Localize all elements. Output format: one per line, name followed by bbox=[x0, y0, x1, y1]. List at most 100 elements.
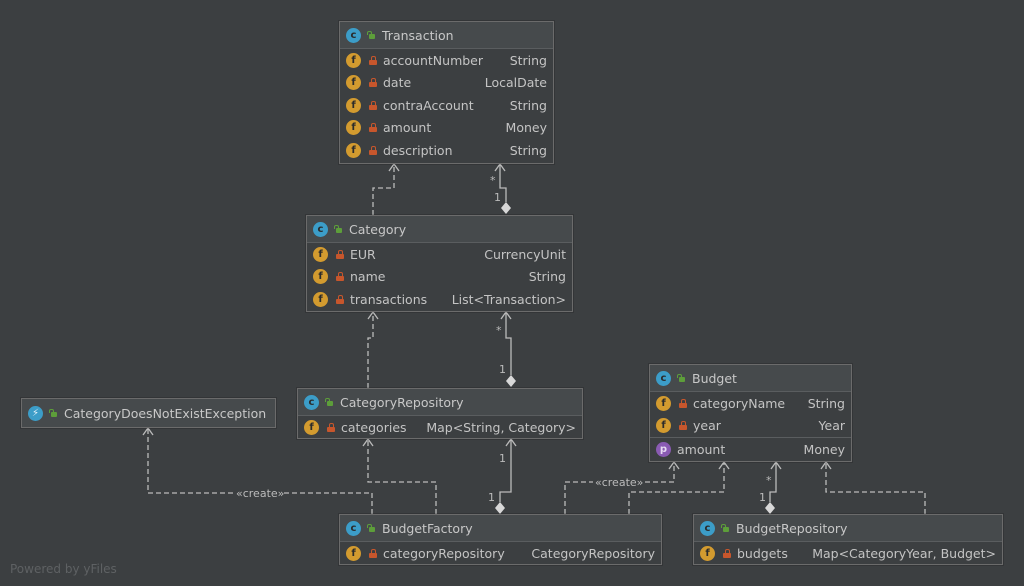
private-icon bbox=[369, 55, 377, 65]
class-header: c Budget bbox=[650, 365, 851, 392]
field-row: f categories Map<String, Category> bbox=[298, 416, 582, 439]
composition-diamond bbox=[495, 502, 505, 514]
field-name: budgets bbox=[737, 545, 788, 561]
multiplicity-label: * bbox=[766, 474, 772, 487]
public-icon bbox=[721, 524, 730, 532]
field-type: String bbox=[528, 269, 566, 285]
class-header: c Category bbox=[307, 216, 572, 243]
field-row: f accountNumber String bbox=[340, 49, 553, 72]
field-name: contraAccount bbox=[383, 97, 474, 113]
edge-categoryrepo-category-dependency bbox=[367, 313, 374, 388]
public-icon bbox=[367, 31, 376, 39]
field-name: transactions bbox=[350, 291, 428, 307]
powered-by-footer: Powered by yFiles bbox=[10, 562, 117, 576]
field-name: name bbox=[350, 269, 386, 285]
private-icon bbox=[336, 294, 344, 304]
class-name: BudgetFactory bbox=[382, 520, 473, 536]
public-icon bbox=[367, 524, 376, 532]
field-row: f budgets Map<CategoryYear, Budget> bbox=[694, 542, 1002, 565]
field-row: f EUR CurrencyUnit bbox=[307, 243, 572, 266]
class-header: c Transaction bbox=[340, 22, 553, 49]
field-type: String bbox=[509, 97, 547, 113]
multiplicity-label: * bbox=[490, 174, 496, 187]
edge-categoryrepo-category-composition bbox=[505, 313, 512, 375]
multiplicity-label: 1 bbox=[499, 452, 506, 465]
property-name: amount bbox=[677, 441, 726, 457]
private-icon bbox=[369, 145, 377, 155]
class-node-category-repository[interactable]: c CategoryRepository f categories Map<Stri… bbox=[297, 388, 583, 439]
property-icon: p bbox=[656, 441, 671, 457]
edge-budgetrepo-budget-dependency bbox=[825, 463, 926, 514]
class-icon: c bbox=[656, 370, 671, 386]
multiplicity-label: 1 bbox=[759, 491, 766, 504]
class-node-category[interactable]: c Category f EUR CurrencyUnit f name String … bbox=[306, 215, 573, 312]
class-icon: c bbox=[346, 520, 361, 536]
field-type: String bbox=[807, 395, 845, 411]
field-row: f date LocalDate bbox=[340, 72, 553, 95]
field-icon: f bbox=[346, 545, 361, 561]
field-icon: f bbox=[346, 142, 361, 158]
class-name: CategoryDoesNotExistException bbox=[64, 405, 267, 421]
field-icon: f bbox=[656, 395, 671, 411]
composition-diamond bbox=[506, 375, 516, 387]
class-name: Transaction bbox=[382, 27, 454, 43]
field-type: Map<CategoryYear, Budget> bbox=[812, 545, 996, 561]
property-row: p amount Money bbox=[650, 437, 851, 461]
field-row: f transactions List<Transaction> bbox=[307, 288, 572, 311]
class-node-category-does-not-exist-exception[interactable]: ⚡ CategoryDoesNotExistException bbox=[21, 398, 276, 428]
field-row: f categoryName String bbox=[650, 392, 851, 415]
private-icon bbox=[679, 398, 687, 408]
field-icon: f bbox=[346, 75, 361, 91]
field-icon: f bbox=[313, 246, 328, 262]
class-icon: c bbox=[304, 394, 319, 410]
field-name: categories bbox=[341, 419, 407, 435]
field-type: String bbox=[509, 52, 547, 68]
public-icon bbox=[49, 409, 58, 417]
class-node-budget-repository[interactable]: c BudgetRepository f budgets Map<CategoryY… bbox=[693, 514, 1003, 565]
field-icon: f bbox=[346, 97, 361, 113]
private-icon bbox=[336, 272, 344, 282]
edge-budgetfactory-exception-create bbox=[147, 429, 373, 514]
field-type: List<Transaction> bbox=[451, 291, 566, 307]
field-row: f categoryRepository CategoryRepository bbox=[340, 542, 661, 565]
field-icon: f bbox=[313, 291, 328, 307]
property-type: Money bbox=[803, 441, 845, 457]
class-name: BudgetRepository bbox=[736, 520, 848, 536]
field-icon: f bbox=[656, 418, 671, 434]
private-icon bbox=[369, 548, 377, 558]
class-icon: c bbox=[700, 520, 715, 536]
field-type: String bbox=[509, 142, 547, 158]
field-row: f description String bbox=[340, 139, 553, 162]
class-header: c BudgetRepository bbox=[694, 515, 1002, 542]
field-name: date bbox=[383, 75, 412, 91]
class-name: Category bbox=[349, 221, 407, 237]
private-icon bbox=[723, 548, 731, 558]
private-icon bbox=[369, 78, 377, 88]
field-type: Map<String, Category> bbox=[426, 419, 576, 435]
field-name: categoryRepository bbox=[383, 545, 505, 561]
multiplicity-label: 1 bbox=[488, 491, 495, 504]
multiplicity-label: 1 bbox=[499, 363, 506, 376]
class-node-budget[interactable]: c Budget f categoryName String f year Year p… bbox=[649, 364, 852, 462]
multiplicity-label: 1 bbox=[494, 191, 501, 204]
composition-diamond bbox=[501, 202, 511, 214]
field-row: f year Year bbox=[650, 415, 851, 438]
class-node-budget-factory[interactable]: c BudgetFactory f categoryRepository Categ… bbox=[339, 514, 662, 565]
field-type: LocalDate bbox=[484, 75, 547, 91]
class-header: c BudgetFactory bbox=[340, 515, 661, 542]
private-icon bbox=[336, 249, 344, 259]
field-type: Year bbox=[818, 418, 845, 434]
field-name: amount bbox=[383, 120, 432, 136]
class-node-transaction[interactable]: c Transaction f accountNumber String f date… bbox=[339, 21, 554, 164]
field-type: Money bbox=[505, 120, 547, 136]
field-row: f amount Money bbox=[340, 117, 553, 140]
class-icon: c bbox=[313, 221, 328, 237]
create-label: «create» bbox=[595, 476, 643, 489]
class-header: c CategoryRepository bbox=[298, 389, 582, 416]
class-name: CategoryRepository bbox=[340, 394, 464, 410]
private-icon bbox=[327, 422, 335, 432]
class-icon: c bbox=[346, 27, 361, 43]
edge-budgetfactory-categoryrepo-dependency bbox=[367, 440, 437, 514]
field-icon: f bbox=[346, 120, 361, 136]
field-icon: f bbox=[346, 52, 361, 68]
